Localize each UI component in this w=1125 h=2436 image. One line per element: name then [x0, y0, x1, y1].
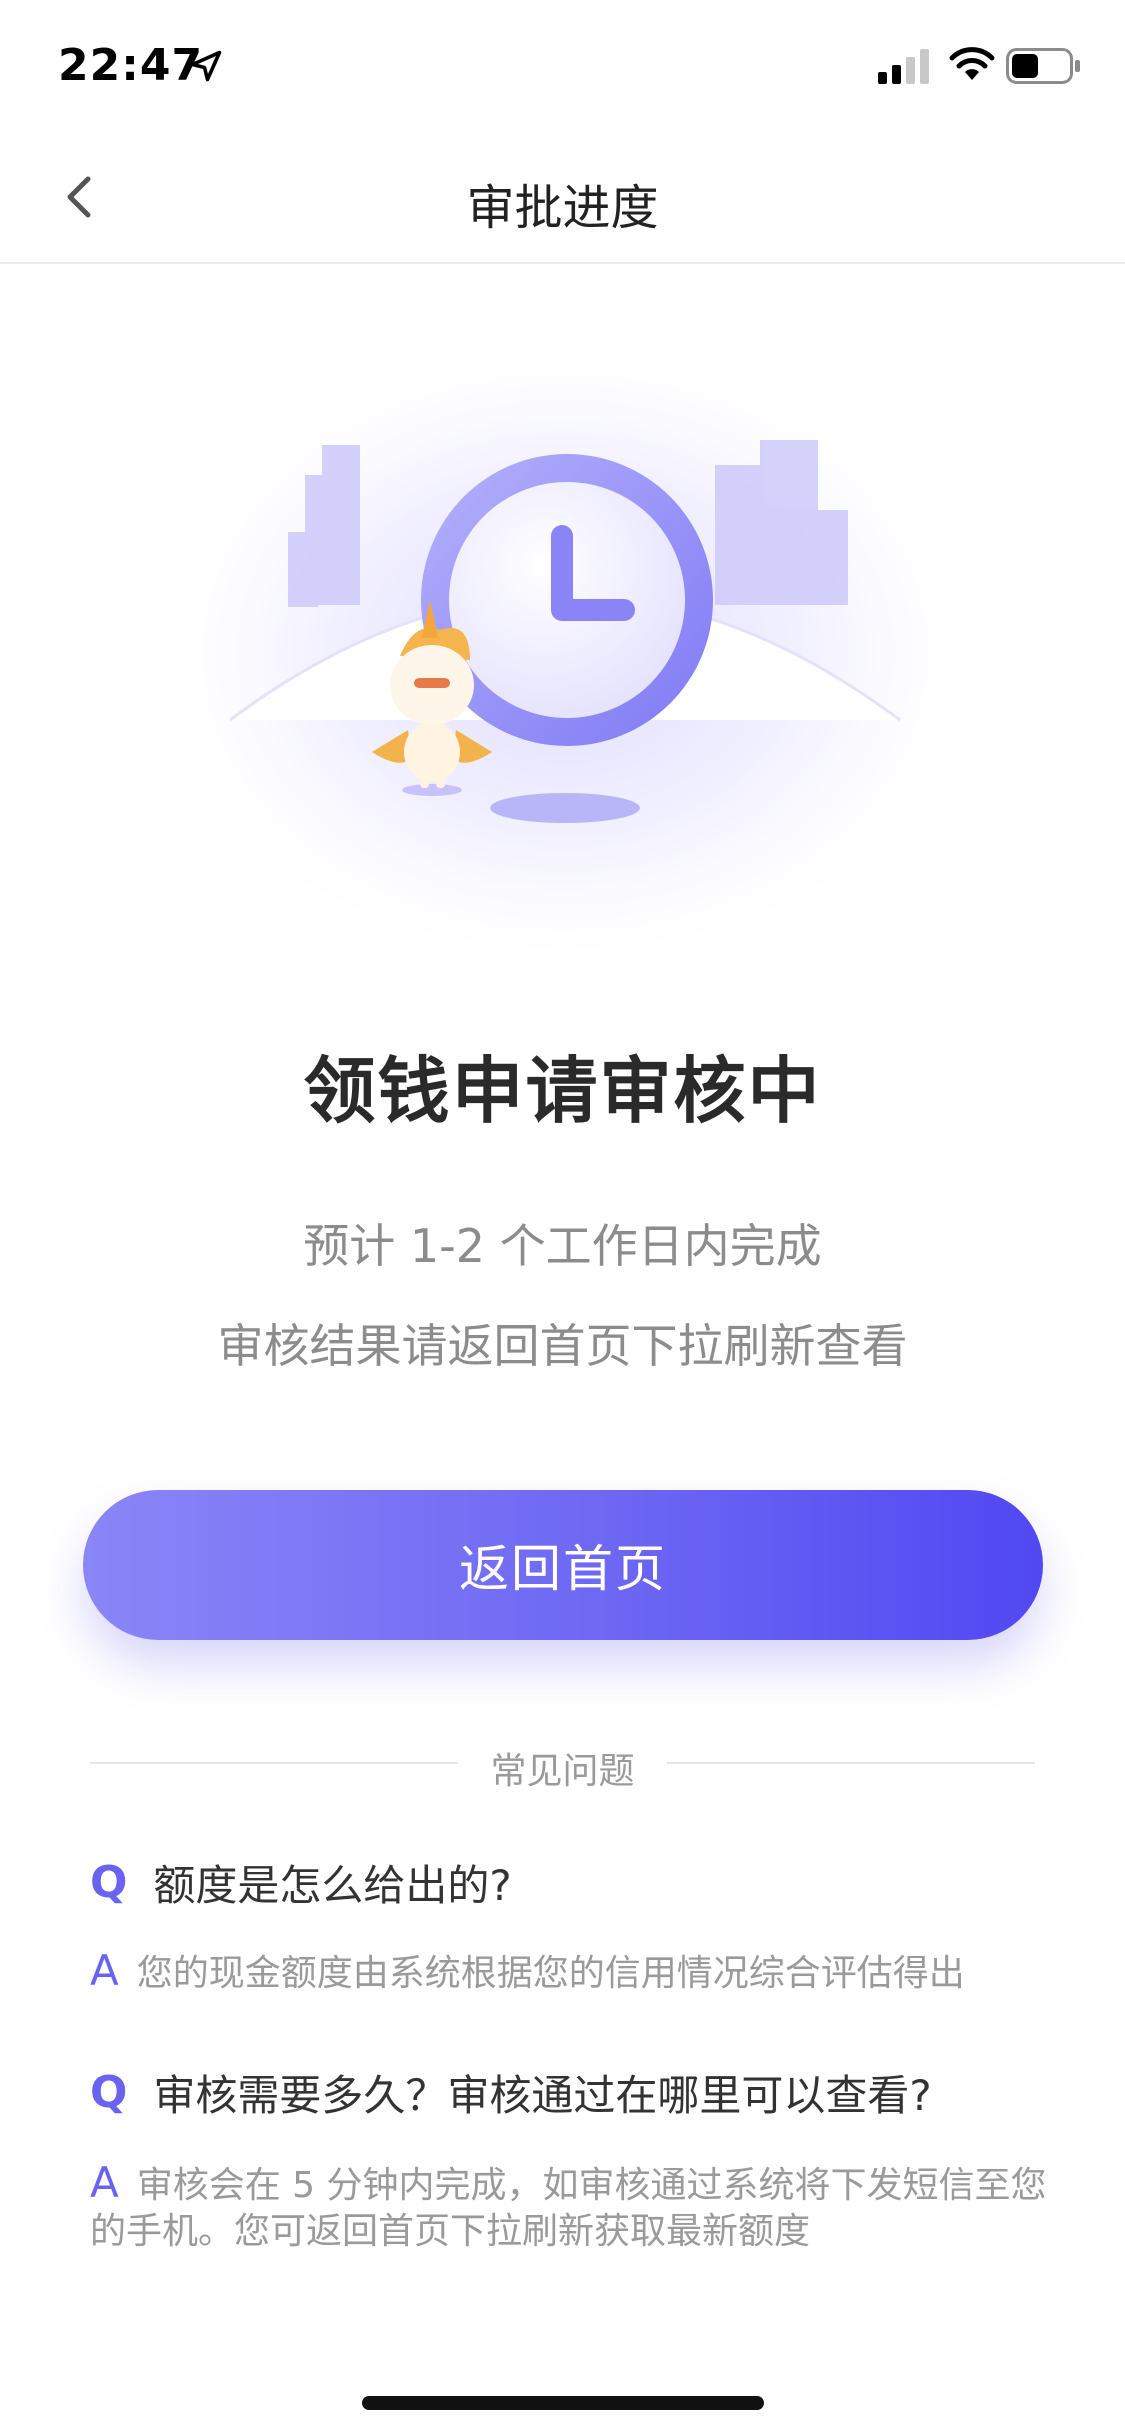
estimate-text: 预计 1-2 个工作日内完成	[303, 1219, 822, 1273]
faq-question-text: 额度是怎么给出的?	[153, 1861, 512, 1910]
faq-answer: A 您的现金额度由系统根据您的信用情况综合评估得出	[90, 1948, 1050, 1997]
return-home-button[interactable]: 返回首页	[83, 1490, 1043, 1640]
faq-question: Q 额度是怎么给出的?	[90, 1852, 1050, 1913]
faq-header: 常见问题	[90, 1742, 1035, 1792]
page-title: 审批进度	[466, 180, 659, 236]
question-mark-label: Q	[90, 2067, 128, 2118]
faq-question-text: 审核需要多久？审核通过在哪里可以查看?	[153, 2071, 932, 2120]
clock-shadow	[490, 793, 640, 823]
faq-answer-text: 您的现金额度由系统根据您的信用情况综合评估得出	[136, 1953, 965, 1994]
divider-line-right	[667, 1762, 1035, 1764]
question-mark-label: Q	[90, 1857, 128, 1908]
location-arrow-icon	[190, 50, 222, 82]
wifi-icon	[949, 47, 995, 80]
battery-icon	[1006, 48, 1080, 84]
answer-mark-label: A	[90, 1946, 119, 1995]
navigation-bar: 审批进度	[0, 132, 1125, 264]
faq-answer-text: 审核会在 5 分钟内完成，如审核通过系统将下发短信至您的手机。您可返回首页下拉刷…	[90, 2165, 1047, 2252]
cellular-signal-icon	[878, 49, 929, 84]
faq-section-label: 常见问题	[490, 1751, 635, 1792]
status-title: 领钱申请审核中	[303, 1049, 822, 1133]
status-time: 22:47	[58, 40, 204, 91]
faq-answer: A 审核会在 5 分钟内完成，如审核通过系统将下发短信至您的手机。您可返回首页下拉…	[90, 2160, 1050, 2255]
status-bar: 22:47	[0, 0, 1125, 132]
answer-mark-label: A	[90, 2158, 119, 2207]
faq-question: Q 审核需要多久？审核通过在哪里可以查看?	[90, 2062, 1050, 2123]
home-indicator[interactable]	[362, 2396, 764, 2410]
review-pending-illustration	[135, 300, 995, 950]
instruction-text: 审核结果请返回首页下拉刷新查看	[217, 1319, 908, 1373]
